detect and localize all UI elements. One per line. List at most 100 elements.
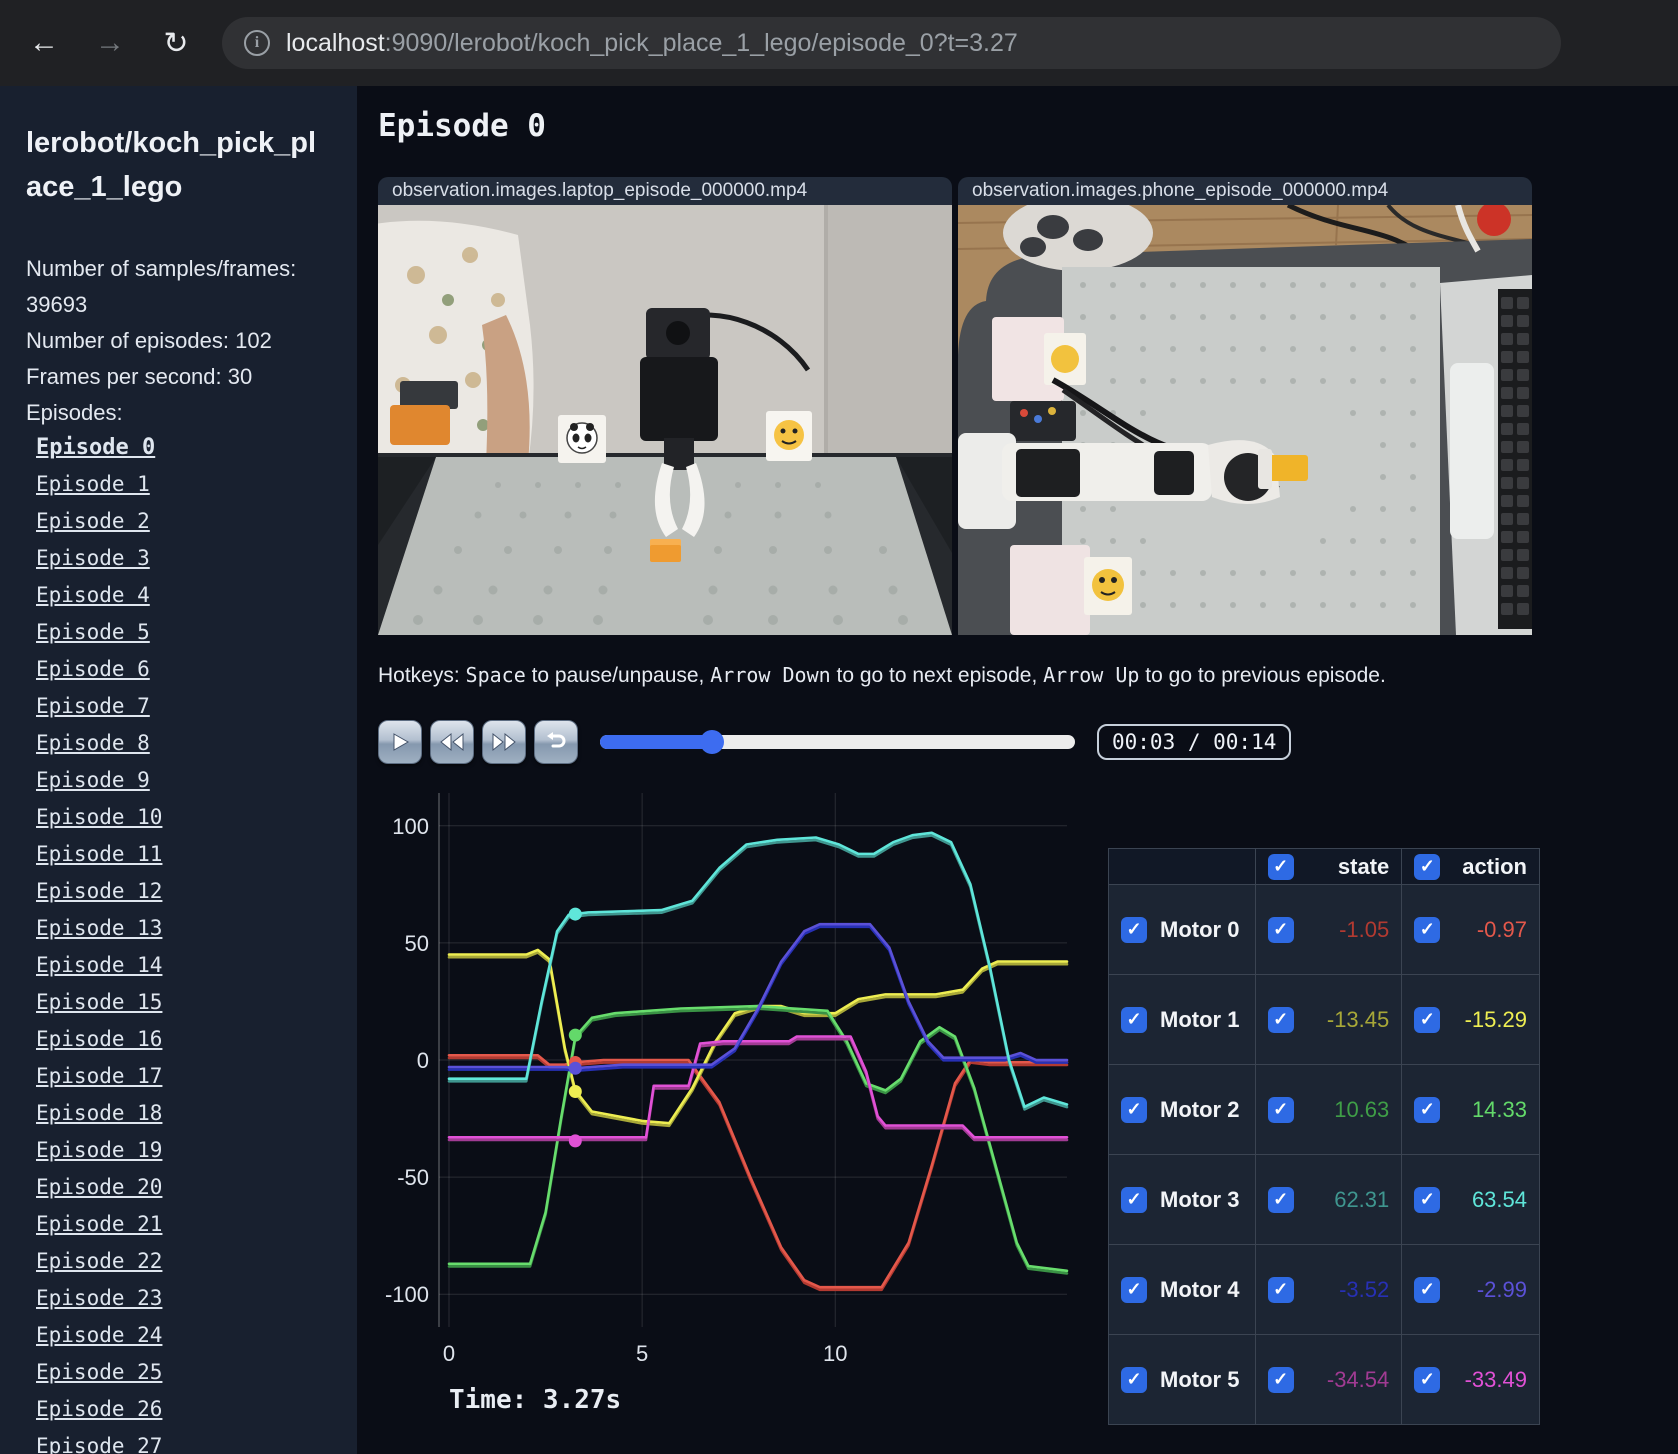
episode-link-1[interactable]: Episode 1: [36, 472, 150, 496]
state-checkbox[interactable]: ✓: [1267, 1186, 1294, 1213]
episode-list-item: Episode 21: [26, 1207, 357, 1244]
seek-slider[interactable]: [600, 730, 1075, 754]
episode-link-5[interactable]: Episode 5: [36, 620, 150, 644]
episode-list-item: Episode 7: [26, 689, 357, 726]
episode-link-8[interactable]: Episode 8: [36, 731, 150, 755]
video-panel-laptop: observation.images.laptop_episode_000000…: [378, 177, 952, 635]
episode-link-2[interactable]: Episode 2: [36, 509, 150, 533]
motor-name: Motor 4: [1160, 1276, 1240, 1302]
svg-text:10: 10: [823, 1341, 847, 1366]
forward-icon[interactable]: →: [88, 21, 132, 65]
state-checkbox[interactable]: ✓: [1267, 1366, 1294, 1393]
dataset-title: lerobot/koch_pick_place_1_lego: [26, 127, 317, 203]
episode-link-22[interactable]: Episode 22: [36, 1249, 162, 1273]
episode-link-25[interactable]: Episode 25: [36, 1360, 162, 1384]
motor-table: ✓ state ✓ action ✓ Motor 0 ✓ -1.05 ✓ -0.97 ✓ Mo…: [1108, 848, 1540, 1425]
episode-link-11[interactable]: Episode 11: [36, 842, 162, 866]
episode-list-item: Episode 6: [26, 652, 357, 689]
url-path: :9090/lerobot/koch_pick_place_1_lego/epi…: [384, 28, 1018, 57]
episode-list-item: Episode 3: [26, 541, 357, 578]
episode-list-item: Episode 18: [26, 1096, 357, 1133]
episode-link-27[interactable]: Episode 27: [36, 1434, 162, 1454]
episode-list-item: Episode 5: [26, 615, 357, 652]
state-column-label: state: [1337, 853, 1390, 879]
episode-link-19[interactable]: Episode 19: [36, 1138, 162, 1162]
motor-row-4: ✓ Motor 4 ✓ -3.52 ✓ -2.99: [1108, 1244, 1540, 1335]
episode-link-23[interactable]: Episode 23: [36, 1286, 162, 1310]
episode-list-item: Episode 1: [26, 467, 357, 504]
episode-list-item: Episode 24: [26, 1318, 357, 1355]
fast-forward-button[interactable]: [482, 720, 526, 764]
action-value: -2.99: [1476, 1276, 1527, 1302]
playback-controls: 00:03 / 00:14: [378, 720, 1292, 764]
episode-link-20[interactable]: Episode 20: [36, 1175, 162, 1199]
episode-list-item: Episode 26: [26, 1392, 357, 1429]
sidebar: lerobot/koch_pick_place_1_lego Number of…: [0, 86, 357, 1454]
state-value: -13.45: [1326, 1006, 1390, 1032]
episode-list-item: Episode 20: [26, 1170, 357, 1207]
action-checkbox[interactable]: ✓: [1414, 1276, 1441, 1303]
action-value: -15.29: [1464, 1006, 1527, 1032]
motor-checkbox[interactable]: ✓: [1121, 1276, 1147, 1303]
motor-name: Motor 3: [1160, 1186, 1240, 1212]
address-bar[interactable]: i localhost:9090/lerobot/koch_pick_place…: [222, 17, 1561, 69]
phone-camera-video[interactable]: [958, 205, 1532, 635]
motor-timeseries-chart[interactable]: -100 -50 0 50 100 0 5 10 Time: 3.27s: [357, 786, 1069, 1426]
motor-checkbox[interactable]: ✓: [1121, 1006, 1147, 1033]
motor-checkbox[interactable]: ✓: [1121, 1096, 1147, 1123]
episode-link-4[interactable]: Episode 4: [36, 583, 150, 607]
episode-link-15[interactable]: Episode 15: [36, 990, 162, 1014]
page-info-icon[interactable]: i: [244, 30, 270, 56]
svg-text:0: 0: [443, 1341, 455, 1366]
action-checkbox[interactable]: ✓: [1414, 1096, 1441, 1123]
motor-row-0: ✓ Motor 0 ✓ -1.05 ✓ -0.97: [1108, 884, 1540, 975]
loop-button[interactable]: [534, 720, 578, 764]
state-checkbox[interactable]: ✓: [1267, 1276, 1294, 1303]
state-checkbox[interactable]: ✓: [1267, 1096, 1294, 1123]
rewind-button[interactable]: [430, 720, 474, 764]
svg-text:50: 50: [405, 931, 429, 956]
episode-link-9[interactable]: Episode 9: [36, 768, 150, 792]
state-value: -34.54: [1326, 1366, 1390, 1392]
episode-link-12[interactable]: Episode 12: [36, 879, 162, 903]
reload-icon[interactable]: ↻: [154, 21, 198, 65]
play-button[interactable]: [378, 720, 422, 764]
episode-link-17[interactable]: Episode 17: [36, 1064, 162, 1088]
action-value: -33.49: [1464, 1366, 1527, 1392]
back-icon[interactable]: ←: [22, 21, 66, 65]
fast-forward-icon: [492, 732, 516, 752]
episode-link-10[interactable]: Episode 10: [36, 805, 162, 829]
episode-list-item: Episode 2: [26, 504, 357, 541]
episode-link-6[interactable]: Episode 6: [36, 657, 150, 681]
hotkey-arrow-down: Arrow Down: [710, 663, 831, 687]
action-checkbox[interactable]: ✓: [1414, 1186, 1441, 1213]
episode-link-7[interactable]: Episode 7: [36, 694, 150, 718]
seek-slider-thumb[interactable]: [699, 730, 724, 754]
episode-list-item: Episode 14: [26, 948, 357, 985]
state-checkbox[interactable]: ✓: [1267, 916, 1294, 943]
time-display: 00:03 / 00:14: [1097, 724, 1292, 760]
action-checkbox[interactable]: ✓: [1414, 1366, 1441, 1393]
action-checkbox[interactable]: ✓: [1414, 916, 1441, 943]
episode-link-18[interactable]: Episode 18: [36, 1101, 162, 1125]
episode-link-24[interactable]: Episode 24: [36, 1323, 162, 1347]
episode-link-13[interactable]: Episode 13: [36, 916, 162, 940]
motor-checkbox[interactable]: ✓: [1121, 1366, 1147, 1393]
state-column-checkbox[interactable]: ✓: [1267, 853, 1294, 880]
laptop-camera-video[interactable]: [378, 205, 952, 635]
motor-checkbox[interactable]: ✓: [1121, 1186, 1147, 1213]
episode-link-0[interactable]: Episode 0: [36, 435, 155, 460]
episode-link-16[interactable]: Episode 16: [36, 1027, 162, 1051]
episode-list-item: Episode 10: [26, 800, 357, 837]
episode-link-21[interactable]: Episode 21: [36, 1212, 162, 1236]
episode-link-14[interactable]: Episode 14: [36, 953, 162, 977]
action-column-checkbox[interactable]: ✓: [1414, 853, 1441, 880]
action-value: -0.97: [1476, 916, 1527, 942]
episode-link-3[interactable]: Episode 3: [36, 546, 150, 570]
motor-row-1: ✓ Motor 1 ✓ -13.45 ✓ -15.29: [1108, 974, 1540, 1065]
state-checkbox[interactable]: ✓: [1267, 1006, 1294, 1033]
episode-link-26[interactable]: Episode 26: [36, 1397, 162, 1421]
action-checkbox[interactable]: ✓: [1414, 1006, 1441, 1033]
motor-checkbox[interactable]: ✓: [1121, 916, 1147, 943]
video-label-laptop: observation.images.laptop_episode_000000…: [378, 177, 952, 205]
